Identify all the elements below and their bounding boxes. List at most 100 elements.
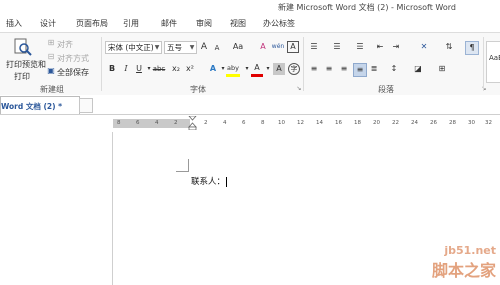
distribute-icon[interactable]: ≣ <box>368 63 380 75</box>
ruler-tick: 2 <box>204 120 208 126</box>
char-shading-button[interactable]: A <box>273 63 285 75</box>
decrease-indent-icon[interactable]: ⇤ <box>374 41 386 53</box>
watermark-url: jb51.net <box>444 244 496 257</box>
horizontal-ruler[interactable]: 8 6 4 2 2 4 6 8 10 12 14 16 18 20 22 24 … <box>113 116 500 130</box>
magnifier-icon <box>14 38 32 56</box>
ribbon: 打印预览和 打印 ⊞ 对齐 ⊟ 对齐方式 ▣ 全部保存 新建组 宋体 (中文正)… <box>0 32 500 96</box>
line-spacing-icon[interactable]: ↕ <box>388 63 400 75</box>
numbering-icon[interactable]: ☰ <box>331 41 343 53</box>
bullets-icon[interactable]: ☰ <box>308 41 320 53</box>
italic-button[interactable]: I <box>120 63 132 75</box>
ruler-tick: 28 <box>449 120 456 126</box>
ruler-tick: 18 <box>354 120 361 126</box>
page-left-edge <box>112 132 113 285</box>
show-marks-icon[interactable]: ¶ <box>465 41 479 55</box>
ruler-tick: 16 <box>335 120 342 126</box>
encircle-char-button[interactable]: 字 <box>288 63 300 75</box>
font-size-value: 五号 <box>167 43 182 52</box>
ruler-tick: 22 <box>392 120 399 126</box>
ruler-tick: 6 <box>242 120 246 126</box>
align-button[interactable]: 对齐 <box>57 39 73 50</box>
print-preview-label-1: 打印预览和 <box>6 60 46 69</box>
tab-insert[interactable]: 插入 <box>6 18 22 29</box>
align-icon: ⊞ <box>47 38 55 47</box>
dialog-launcher-icon[interactable]: ↘ <box>478 83 490 95</box>
chevron-down-icon[interactable]: ▼ <box>153 42 161 53</box>
shading-icon[interactable]: ◪ <box>412 63 424 75</box>
ruler-tick: 2 <box>174 120 178 126</box>
margin-corner-mark <box>176 159 189 172</box>
bold-button[interactable]: B <box>106 63 118 75</box>
print-preview-button[interactable]: 打印预览和 打印 <box>6 37 46 81</box>
ruler-tick: 20 <box>373 120 380 126</box>
tab-office-tabs[interactable]: 办公标签 <box>263 18 295 29</box>
tab-references[interactable]: 引用 <box>123 18 139 29</box>
align-center-icon[interactable]: ≡ <box>323 63 335 75</box>
ruler-tick: 12 <box>297 120 304 126</box>
tab-page-layout[interactable]: 页面布局 <box>76 18 108 29</box>
document-area: 8 6 4 2 2 4 6 8 10 12 14 16 18 20 22 24 … <box>0 115 500 285</box>
ruler-tick: 24 <box>411 120 418 126</box>
grow-font-button[interactable]: A <box>198 41 210 53</box>
chinese-layout-icon[interactable]: ✕ <box>418 41 430 53</box>
char-border-button[interactable]: A <box>287 41 299 53</box>
align-mode-icon: ⊟ <box>47 52 55 61</box>
print-preview-label-2: 打印 <box>14 72 30 81</box>
group-label-font: 字体 <box>190 85 206 94</box>
clear-format-button[interactable]: A <box>257 41 269 53</box>
phonetic-guide-button[interactable]: wén <box>271 41 285 53</box>
styles-gallery[interactable]: AaB <box>486 41 500 83</box>
borders-icon[interactable]: ⊞ <box>436 63 448 75</box>
tab-view[interactable]: 视图 <box>230 18 246 29</box>
new-tab-button[interactable] <box>79 98 93 113</box>
group-label-paragraph: 段落 <box>378 85 394 94</box>
text-cursor <box>226 176 228 187</box>
font-name-value: 宋体 (中文正) <box>108 43 154 52</box>
tab-design[interactable]: 设计 <box>40 18 56 29</box>
font-size-combo[interactable]: 五号 ▼ <box>164 41 197 54</box>
ruler-left-margin <box>113 119 190 128</box>
change-case-button[interactable]: Aa <box>230 41 246 53</box>
ruler-tick: 8 <box>117 120 121 126</box>
superscript-button[interactable]: x² <box>184 63 196 75</box>
align-right-icon[interactable]: ≡ <box>338 63 350 75</box>
subscript-button[interactable]: x₂ <box>170 63 182 75</box>
multilevel-list-icon[interactable]: ☰ <box>354 41 366 53</box>
document-body-text[interactable]: 联系人： <box>191 175 228 187</box>
window-title: 新建 Microsoft Word 文档 (2) - Microsoft Wor… <box>278 3 456 12</box>
highlight-button[interactable]: aby <box>226 62 240 77</box>
contact-label: 联系人： <box>191 177 226 187</box>
shrink-font-button[interactable]: A <box>211 42 223 54</box>
save-all-button[interactable]: 全部保存 <box>57 67 89 78</box>
group-separator <box>483 37 484 91</box>
ruler-tick: 8 <box>261 120 265 126</box>
ruler-tick: 4 <box>155 120 159 126</box>
ruler-tick: 10 <box>278 120 285 126</box>
ruler-tick: 4 <box>223 120 227 126</box>
font-name-combo[interactable]: 宋体 (中文正) ▼ <box>105 41 162 54</box>
save-all-icon: ▣ <box>47 66 55 75</box>
align-mode-button[interactable]: 对齐方式 <box>57 53 89 64</box>
group-label-new: 新建组 <box>40 85 64 94</box>
group-separator <box>303 37 304 91</box>
ribbon-tab-bar: 插入 设计 页面布局 引用 邮件 审阅 视图 办公标签 <box>0 14 500 32</box>
ruler-tick: 32 <box>485 120 492 126</box>
chevron-down-icon[interactable]: ▼ <box>188 42 196 53</box>
document-tab-label: Word 文档 (2) * <box>1 102 63 111</box>
indent-marker-icon[interactable] <box>188 116 197 130</box>
document-tab[interactable]: Word 文档 (2) * <box>0 96 80 114</box>
strikethrough-button[interactable]: abc <box>151 63 167 75</box>
ruler-tick: 14 <box>316 120 323 126</box>
document-tab-bar: Word 文档 (2) * <box>0 95 500 115</box>
align-left-icon[interactable]: ≡ <box>308 63 320 75</box>
tab-mailings[interactable]: 邮件 <box>161 18 177 29</box>
style-preview: AaB <box>489 54 500 62</box>
sort-icon[interactable]: ⇅ <box>443 41 455 53</box>
justify-icon[interactable]: ≡ <box>353 63 367 77</box>
site-watermark: jb51.net 脚本之家 <box>432 244 496 281</box>
group-separator <box>101 37 102 91</box>
ruler-tick: 30 <box>468 120 475 126</box>
watermark-name: 脚本之家 <box>431 261 496 280</box>
tab-review[interactable]: 审阅 <box>196 18 212 29</box>
increase-indent-icon[interactable]: ⇥ <box>390 41 402 53</box>
